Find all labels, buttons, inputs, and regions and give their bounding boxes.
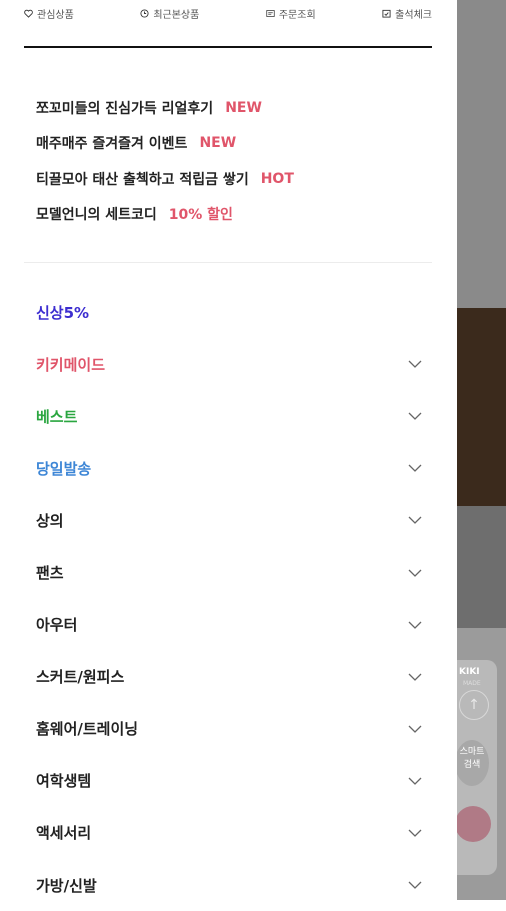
- background-section: [457, 506, 506, 628]
- discount-badge: 10% 할인: [168, 207, 233, 224]
- wishlist-label: 관심상품: [37, 10, 74, 21]
- chevron-down-icon[interactable]: [408, 360, 422, 369]
- category-label: 베스트: [36, 407, 78, 426]
- category-label: 액세서리: [36, 824, 92, 843]
- category-label: 홈웨어/트레이닝: [36, 720, 139, 739]
- background-page: KIKI MADE ↑ 스마트 검색: [457, 0, 506, 900]
- chevron-down-icon[interactable]: [408, 777, 422, 785]
- promo-text: 매주매주 즐겨즐겨 이벤트: [36, 136, 188, 153]
- promo-link-weekly-event[interactable]: 매주매주 즐겨즐겨 이벤트 NEW: [36, 126, 436, 162]
- floating-logo-sub: MADE: [463, 680, 481, 687]
- attendance-check-link[interactable]: 출석체크: [382, 6, 432, 21]
- category-label: 스커트/원피스: [36, 668, 125, 687]
- heart-icon: [24, 9, 33, 18]
- floating-logo-text: KIKI: [459, 667, 480, 677]
- promo-link-set-coordi[interactable]: 모델언니의 세트코디 10% 할인: [36, 197, 436, 233]
- recent-items-label: 최근본상품: [153, 10, 200, 21]
- chevron-down-icon[interactable]: [408, 464, 422, 473]
- category-item[interactable]: 액세서리: [24, 807, 432, 859]
- category-item[interactable]: 키키메이드: [24, 338, 432, 390]
- category-item[interactable]: 아우터: [24, 599, 432, 651]
- category-item[interactable]: 베스트: [24, 390, 432, 442]
- quick-links-bar: 관심상품 최근본상품 주문조회 출석체크: [24, 0, 432, 48]
- chevron-down-icon[interactable]: [408, 673, 422, 681]
- category-item[interactable]: 가방/신발: [24, 859, 432, 911]
- category-item[interactable]: 홈웨어/트레이닝: [24, 703, 432, 755]
- promo-text: 티끌모아 태산 출첵하고 적립금 쌓기: [36, 171, 249, 188]
- arrow-up-icon: ↑: [468, 697, 480, 713]
- receipt-icon: [266, 10, 275, 17]
- promo-link-attendance-points[interactable]: 티끌모아 태산 출첵하고 적립금 쌓기 HOT: [36, 161, 436, 197]
- background-banner-image: [457, 308, 506, 506]
- category-menu: 신상5% 키키메이드베스트당일발송상의팬츠아우터스커트/원피스홈웨어/트레이닝여학…: [24, 286, 432, 911]
- new-badge: NEW: [225, 99, 262, 116]
- category-item[interactable]: 신상5%: [24, 286, 432, 338]
- chevron-down-icon[interactable]: [408, 621, 422, 629]
- chevron-down-icon[interactable]: [408, 881, 422, 889]
- chevron-down-icon[interactable]: [408, 569, 422, 577]
- hot-badge: HOT: [260, 170, 294, 187]
- scroll-top-button[interactable]: ↑: [459, 690, 489, 720]
- attendance-check-label: 출석체크: [395, 10, 432, 21]
- category-label: 당일발송: [36, 459, 92, 478]
- calendar-check-icon: [382, 9, 391, 18]
- chevron-down-icon[interactable]: [408, 412, 422, 421]
- category-item[interactable]: 스커트/원피스: [24, 651, 432, 703]
- order-lookup-label: 주문조회: [278, 10, 316, 21]
- category-label: 신상5%: [36, 303, 90, 322]
- chevron-down-icon[interactable]: [408, 516, 422, 525]
- side-menu-drawer: 관심상품 최근본상품 주문조회 출석체크 쪼꼬미들의 진심가득 리얼후기 NEW…: [0, 0, 457, 900]
- category-label: 키키메이드: [36, 355, 106, 374]
- category-item[interactable]: 상의: [24, 494, 432, 546]
- category-label: 가방/신발: [36, 876, 97, 895]
- chevron-down-icon[interactable]: [408, 725, 422, 733]
- order-lookup-link[interactable]: 주문조회: [266, 6, 316, 21]
- promo-links: 쪼꼬미들의 진심가득 리얼후기 NEW 매주매주 즐겨즐겨 이벤트 NEW 티끌…: [36, 90, 436, 232]
- section-divider: [24, 262, 432, 263]
- category-label: 여학생템: [36, 772, 92, 791]
- promo-text: 모델언니의 세트코디: [36, 207, 157, 224]
- category-item[interactable]: 당일발송: [24, 442, 432, 494]
- category-label: 상의: [36, 511, 64, 530]
- promo-link-reviews[interactable]: 쪼꼬미들의 진심가득 리얼후기 NEW: [36, 90, 436, 126]
- category-label: 아우터: [36, 616, 78, 635]
- category-label: 팬츠: [36, 564, 64, 583]
- clock-icon: [140, 9, 149, 18]
- chevron-down-icon[interactable]: [408, 829, 422, 837]
- wishlist-link[interactable]: 관심상품: [24, 6, 74, 21]
- recent-items-link[interactable]: 최근본상품: [140, 6, 199, 21]
- category-item[interactable]: 여학생템: [24, 755, 432, 807]
- promo-text: 쪼꼬미들의 진심가득 리얼후기: [36, 100, 214, 117]
- new-badge: NEW: [199, 135, 237, 152]
- category-item[interactable]: 팬츠: [24, 546, 432, 598]
